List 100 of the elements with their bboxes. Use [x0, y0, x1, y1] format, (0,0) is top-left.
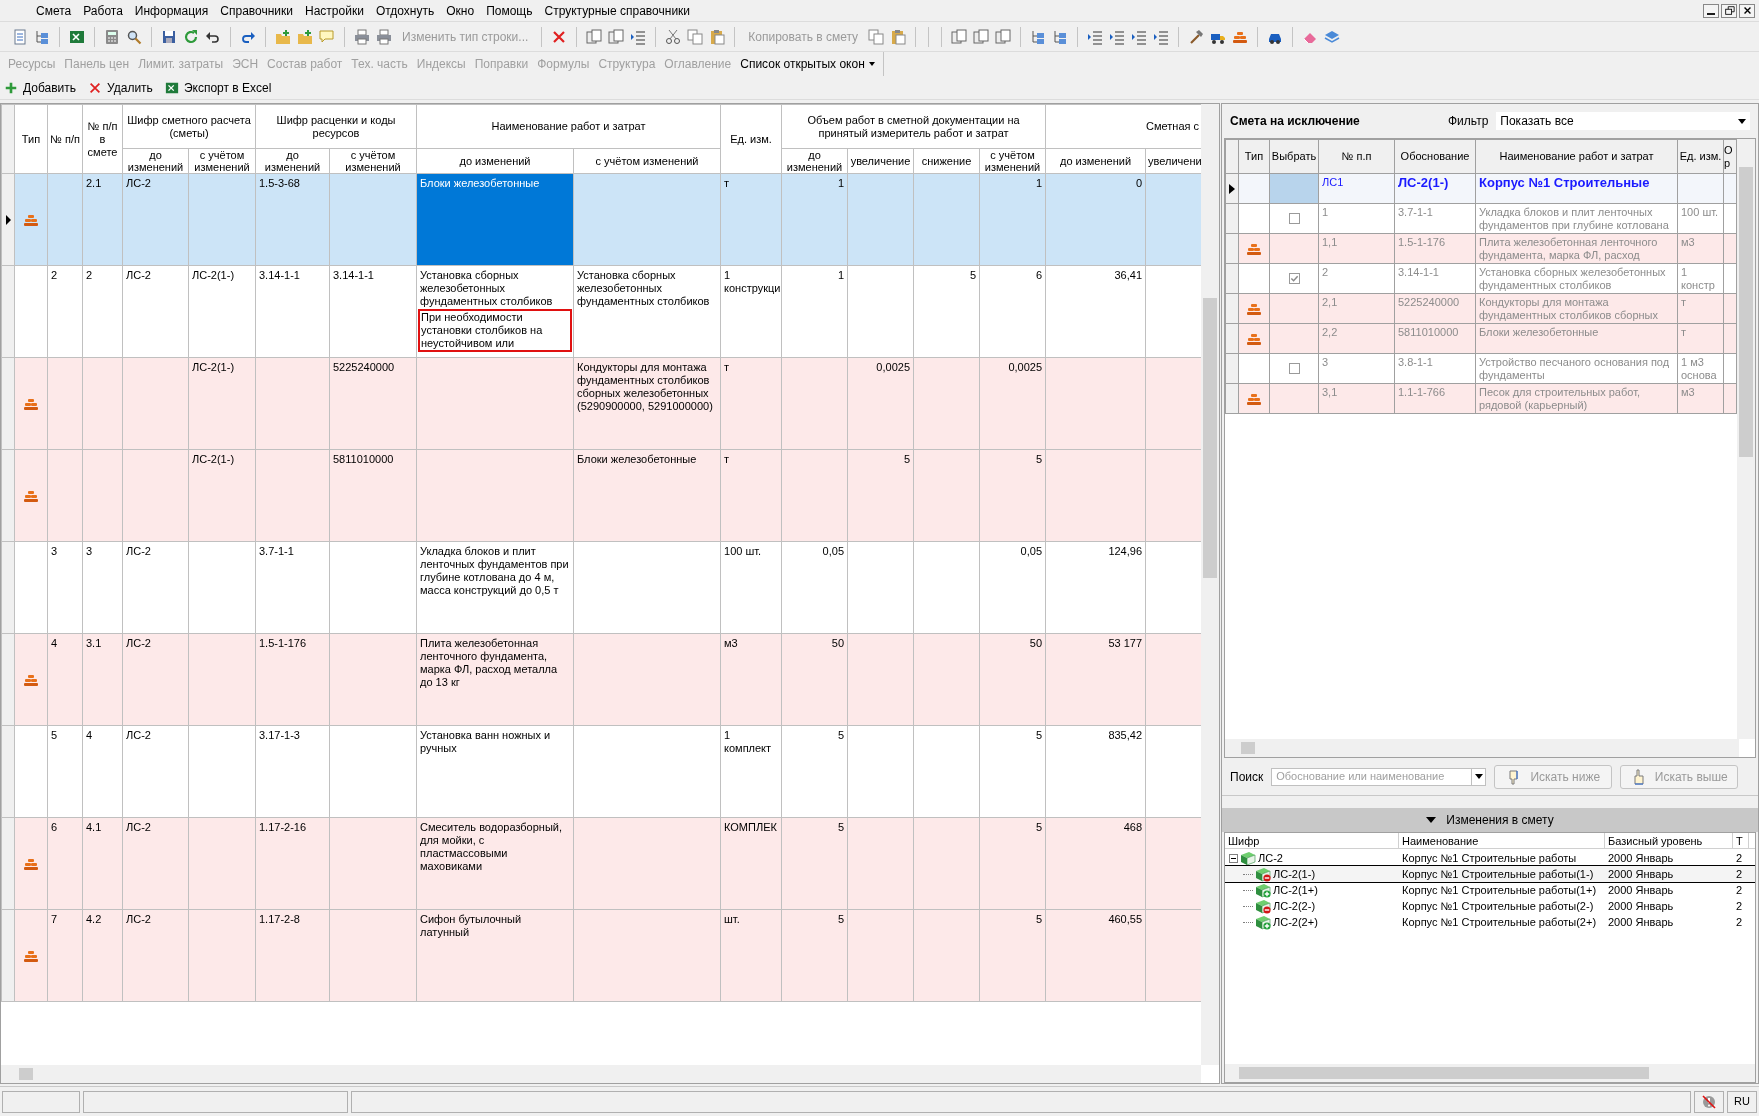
table-row[interactable]: 6 4.1 ЛС-2 1.17-2-16 Смеситель водоразборный, для мойки, с пластмассовыми маховиками КОМПЛЕК 5 5 468 [1, 817, 1201, 910]
checkbox[interactable] [1288, 363, 1300, 374]
indent-icon[interactable] [1131, 28, 1148, 45]
action-button[interactable]: Экспорт в Excel [164, 78, 272, 97]
table-cell-text: ЛС-2 [126, 545, 151, 557]
pages-icon[interactable] [973, 28, 990, 45]
folder-icon[interactable] [275, 28, 291, 45]
menu-item[interactable]: Отдохнуть [369, 1, 441, 20]
speech-bubble-icon[interactable] [319, 28, 335, 45]
window-minimize-button[interactable] [1703, 3, 1719, 18]
table-row[interactable]: 4 3.1 ЛС-2 1.5-1-176 Плита железобетонная ленточного фундамента, марка ФЛ, расход металла до 13 кг м3 50 50 53 177 [1, 633, 1201, 726]
column-header: Объем работ в сметной документации на принятый измеритель работ и затрат [781, 104, 1046, 149]
table-row[interactable]: 2.1 ЛС-2 1.5-3-68 Блоки железобетонные т 1 1 0 [1, 173, 1201, 266]
table-row[interactable]: 2 3.14-1-1 Установка сборных железобетонных фундаментных столбиков 1 констр [1225, 263, 1737, 294]
layers-icon[interactable] [1324, 28, 1341, 45]
table-row[interactable]: 1 3.7-1-1 Укладка блоков и плит ленточных фундаментов при глубине котлована 100 шт. [1225, 203, 1737, 234]
tree-row[interactable]: ЛС-2(2+) Корпус №1 Строительные работы(2+) 2000 Январь 2 [1225, 914, 1755, 930]
paste-icon[interactable] [709, 28, 726, 45]
checkbox[interactable] [1288, 273, 1300, 284]
tree-cell-text: 2 [1736, 899, 1743, 912]
spreadsheet-icon[interactable] [69, 28, 85, 45]
open-windows-dropdown[interactable]: Список открытых окон [740, 55, 875, 73]
tree-icon[interactable] [34, 28, 50, 45]
table-cell-text: 5225240000 [333, 361, 395, 373]
pages-icon[interactable] [586, 28, 603, 45]
table-row[interactable]: 5 4 ЛС-2 3.17-1-3 Установка ванн ножных и ручных 1 комплект 5 5 835,42 [1, 725, 1201, 818]
table-row[interactable]: 3 3.8-1-1 Устройство песчаного основания под фундаменты 1 м3 основа [1225, 353, 1737, 384]
indent-icon[interactable] [1109, 28, 1126, 45]
folder-icon[interactable] [297, 28, 313, 45]
notification-off-icon[interactable] [1701, 1093, 1717, 1110]
hammer-icon[interactable] [1188, 28, 1205, 45]
action-button[interactable]: Удалить [88, 78, 153, 97]
pages-icon[interactable] [608, 28, 625, 45]
search-icon[interactable] [126, 28, 142, 45]
printer-icon[interactable] [354, 28, 370, 45]
table-cell-text: 5 [51, 729, 58, 741]
copy-icon[interactable] [868, 28, 885, 45]
calculator-icon[interactable] [104, 28, 120, 45]
tree-row[interactable]: ЛС-2(2-) Корпус №1 Строительные работы(2-) 2000 Январь 2 [1225, 898, 1755, 914]
menu-item[interactable]: Настройки [299, 1, 370, 20]
indent-icon[interactable] [630, 28, 647, 45]
table-cell-text: т [724, 361, 730, 373]
column-header: до изменений [416, 148, 574, 174]
table-cell-text: 7 [51, 913, 58, 925]
table-cell-text: 3 [51, 545, 58, 557]
section-header[interactable]: Изменения в смету [1222, 808, 1758, 832]
menu-item[interactable]: Окно [440, 1, 481, 20]
table-cell-text: м3 [1681, 236, 1695, 248]
collapse-toggle-icon[interactable] [1229, 853, 1238, 863]
tree-row[interactable]: ЛС-2(1+) Корпус №1 Строительные работы(1+) 2000 Январь 2 [1225, 882, 1755, 898]
vertical-scrollbar[interactable] [1201, 104, 1219, 1065]
pages-icon[interactable] [951, 28, 968, 45]
checkbox[interactable] [1288, 213, 1300, 224]
tree-icon[interactable] [1052, 28, 1069, 45]
language-indicator[interactable]: RU [1727, 1090, 1757, 1113]
action-button[interactable]: Добавить [4, 78, 77, 97]
selected-cell[interactable]: Блоки железобетонные [416, 173, 574, 266]
indent-icon[interactable] [1087, 28, 1104, 45]
cut-icon[interactable] [665, 28, 682, 45]
table-row[interactable]: ЛС-2(1-) 5225240000 Кондукторы для монтажа фундаментных столбиков сборных железобетонных (5290900000, 5291000000) т 0,0025 0,0025 [1, 357, 1201, 450]
menu-item[interactable]: Справочники [214, 1, 300, 20]
save-icon[interactable] [161, 28, 177, 45]
tree-icon[interactable] [1030, 28, 1047, 45]
table-cell-text: т [724, 177, 730, 189]
menu-item[interactable]: Работа [77, 1, 129, 20]
menu-item[interactable]: Структурные справочники [538, 1, 697, 20]
paste-icon[interactable] [890, 28, 907, 45]
horizontal-scrollbar[interactable] [1225, 739, 1739, 757]
search-label: Поиск [1230, 768, 1264, 786]
copy-icon[interactable] [687, 28, 704, 45]
window-restore-button[interactable] [1721, 3, 1737, 18]
table-cell-text: 100 шт. [724, 545, 762, 557]
horizontal-scrollbar[interactable] [1225, 1064, 1755, 1082]
restore-icon [1723, 5, 1735, 16]
table-row[interactable] [1, 265, 1201, 358]
table-row[interactable]: 7 4.2 ЛС-2 1.17-2-8 Сифон бутылочный латунный шт. 5 5 460,55 [1, 909, 1201, 1002]
horizontal-scrollbar[interactable] [1, 1065, 1201, 1083]
tree-row[interactable]: ЛС-2 Корпус №1 Строительные работы 2000 Январь 2 [1225, 850, 1755, 866]
delete-icon[interactable] [551, 28, 568, 45]
document-icon[interactable] [12, 28, 28, 45]
search-field[interactable]: Обоснование или наименование [1271, 767, 1487, 786]
column-header: с учётом изменений [979, 148, 1046, 174]
table-cell-text: 3.8-1-1 [1398, 356, 1433, 368]
printer-icon[interactable] [376, 28, 392, 45]
table-cell-text: 5225240000 [1398, 296, 1460, 308]
cell-editor[interactable]: При необходимости установки столбиков на неустойчивом или [418, 309, 572, 352]
table-row[interactable]: ЛС-2(1-) 5811010000 Блоки железобетонные т 5 5 [1, 449, 1201, 542]
tree-row[interactable]: ЛС-2(1-) Корпус №1 Строительные работы(1-) 2000 Январь 2 [1225, 866, 1755, 882]
refresh-icon[interactable] [183, 28, 199, 45]
pages-icon[interactable] [995, 28, 1012, 45]
menu-item[interactable]: Смета [30, 1, 78, 20]
window-close-button[interactable] [1739, 3, 1755, 18]
table-row[interactable]: 3 3 ЛС-2 3.7-1-1 Укладка блоков и плит ленточных фундаментов при глубине котлована до 4 м, масса конструкций до 0,5 т 100 шт. 0,05 0,05 124,96 [1, 541, 1201, 634]
filter-dropdown[interactable]: Показать все [1496, 112, 1750, 130]
table-row[interactable]: ЛС1 ЛС-2(1-) Корпус №1 Строительные [1225, 173, 1737, 204]
indent-icon[interactable] [1153, 28, 1170, 45]
vertical-scrollbar[interactable] [1737, 139, 1755, 739]
menu-item[interactable]: Информация [128, 1, 215, 20]
menu-item[interactable]: Помощь [480, 1, 539, 20]
table-cell-text: 1.17-2-16 [259, 821, 307, 833]
